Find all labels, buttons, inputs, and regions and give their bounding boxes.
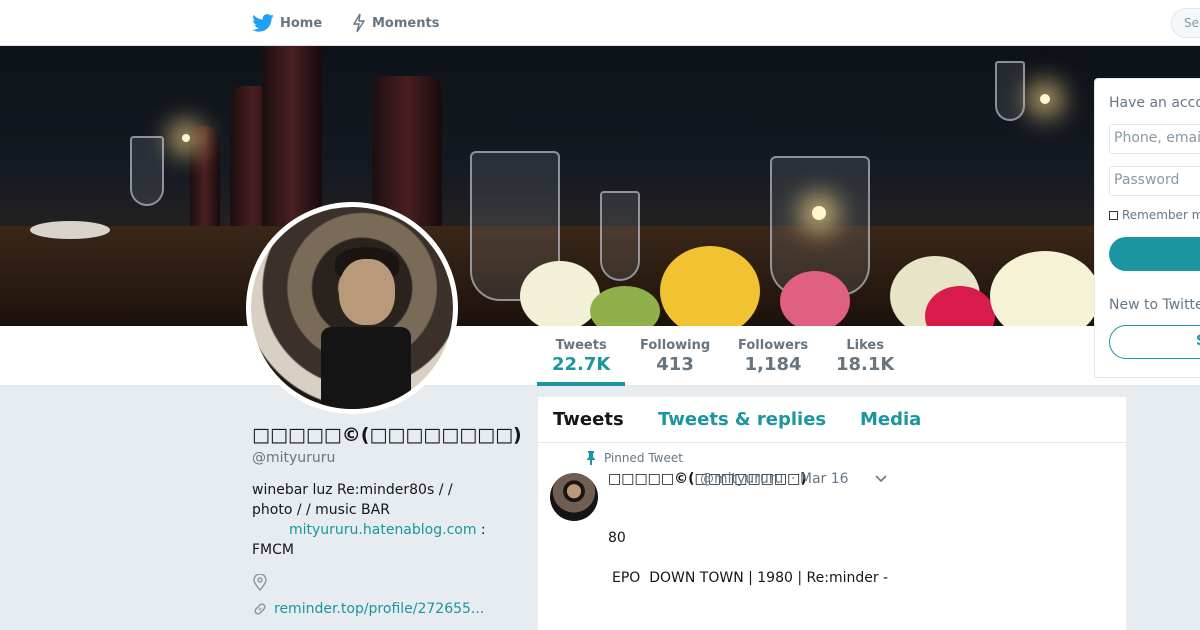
tweet-text-line: 80 <box>608 530 626 546</box>
stat-followers-label: Followers <box>738 338 809 353</box>
twitter-bird-icon <box>252 14 274 32</box>
banner-glass <box>130 136 164 206</box>
top-navigation: Home Moments Se <box>0 0 1200 46</box>
tab-tweets-replies[interactable]: Tweets & replies <box>658 409 826 430</box>
banner-flower <box>780 271 850 326</box>
phone-email-input[interactable]: Phone, emai <box>1109 124 1200 154</box>
stat-tweets[interactable]: Tweets 22.7K <box>552 338 610 375</box>
bio-link-suffix: : <box>476 522 486 538</box>
password-input[interactable]: Password <box>1109 166 1200 196</box>
avatar-face <box>339 259 395 325</box>
nav-moments-label: Moments <box>372 15 440 31</box>
profile-banner <box>0 46 1200 326</box>
banner-candle <box>812 206 826 220</box>
tweet-avatar[interactable] <box>550 473 598 521</box>
stat-tweets-label: Tweets <box>555 338 607 353</box>
nav-moments[interactable]: Moments <box>352 0 439 46</box>
tab-media[interactable]: Media <box>860 409 921 430</box>
profile-url-row: reminder.top/profile/272655... <box>252 601 484 617</box>
link-icon <box>254 603 266 615</box>
profile-avatar[interactable] <box>246 202 458 414</box>
stat-followers-value: 1,184 <box>744 354 802 375</box>
tab-tweets[interactable]: Tweets <box>553 409 624 430</box>
timeline: Tweets Tweets & replies Media Pinned Twe… <box>538 397 1126 630</box>
tweet-timestamp[interactable]: · Mar 16 <box>791 471 849 487</box>
banner-candle <box>182 134 190 142</box>
bio-line: FMCM <box>252 542 294 558</box>
chevron-down-icon <box>875 475 887 483</box>
location-pin-icon <box>253 573 267 592</box>
profile-bio: winebar luz Re:minder80s / / photo / / m… <box>252 480 497 560</box>
signup-button[interactable]: S <box>1109 325 1200 359</box>
login-card: Have an acco Phone, emai Password Rememb… <box>1094 78 1200 378</box>
banner-bottle <box>190 126 220 236</box>
pinned-tweet-text: Pinned Tweet <box>604 451 683 465</box>
stat-following[interactable]: Following 413 <box>640 338 710 375</box>
profile-name: □□□□□©(□□□□□□□□) <box>252 424 522 446</box>
stat-likes-label: Likes <box>846 338 884 353</box>
profile-url-link[interactable]: reminder.top/profile/272655... <box>274 601 484 617</box>
tweet-text-line: EPO DOWN TOWN | 1980 | Re:minder - <box>612 570 889 586</box>
nav-home[interactable]: Home <box>252 0 322 46</box>
banner-candle <box>1040 94 1050 104</box>
stat-likes[interactable]: Likes 18.1K <box>836 338 894 375</box>
banner-glass <box>600 191 640 281</box>
active-stat-underline <box>537 382 625 386</box>
profile-location <box>252 573 268 596</box>
stat-likes-value: 18.1K <box>836 354 895 375</box>
banner-flower <box>660 246 760 326</box>
bio-line: winebar luz Re:minder80s / / <box>252 482 453 498</box>
banner-bottle <box>262 46 322 236</box>
avatar-apron <box>321 327 411 409</box>
stat-following-value: 413 <box>656 354 694 375</box>
bio-blog-link[interactable]: mityururu.hatenablog.com <box>289 522 476 538</box>
tweet-menu-button[interactable] <box>874 471 888 487</box>
stat-followers[interactable]: Followers 1,184 <box>738 338 808 375</box>
remember-label: Remember m <box>1122 208 1200 222</box>
login-title: Have an acco <box>1109 95 1200 111</box>
banner-plate <box>30 221 110 239</box>
banner-glass <box>995 61 1025 121</box>
login-button[interactable] <box>1109 237 1200 271</box>
banner-flower <box>520 261 600 326</box>
pin-icon <box>587 451 595 465</box>
lightning-icon <box>352 13 366 33</box>
stat-tweets-value: 22.7K <box>552 354 611 375</box>
remember-me[interactable]: Remember m <box>1109 208 1200 222</box>
stat-following-label: Following <box>640 338 711 353</box>
profile-stats-bar: Tweets 22.7K Following 413 Followers 1,1… <box>0 326 1200 386</box>
profile-handle[interactable]: @mityururu <box>252 450 335 466</box>
pinned-tweet-label: Pinned Tweet <box>586 451 683 465</box>
remember-checkbox[interactable] <box>1109 210 1118 220</box>
bio-line: photo / / music BAR <box>252 502 390 518</box>
tweet-header: □□□□□©(□□□□□□□□) @mityururu · Mar 16 <box>608 471 887 487</box>
nav-home-label: Home <box>280 15 323 31</box>
timeline-tabs: Tweets Tweets & replies Media <box>538 397 1126 443</box>
bio-line: mityururu.hatenablog.com : <box>252 520 497 540</box>
search-input[interactable]: Se <box>1171 8 1200 38</box>
new-to-twitter-text: New to Twitte <box>1109 297 1200 313</box>
tweet-author-handle[interactable]: @mityururu <box>700 471 783 487</box>
